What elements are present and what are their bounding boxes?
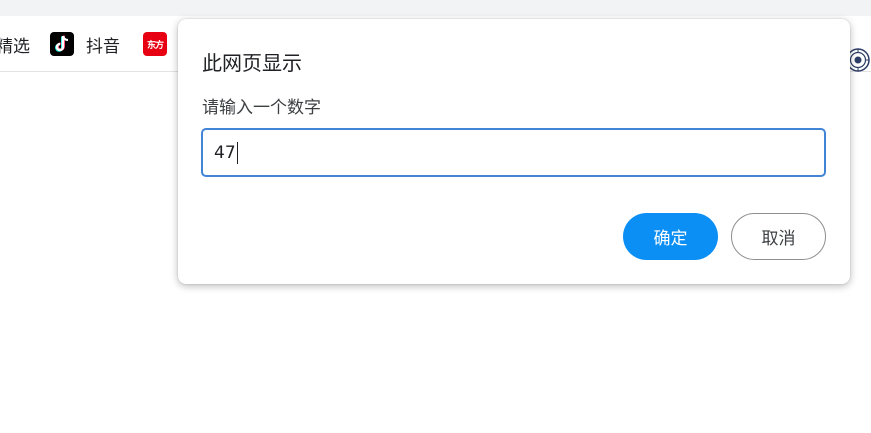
bookmark-douyin[interactable]: 抖音 [50,30,120,58]
bookmark-label: 抖音 [86,36,120,57]
tiktok-icon [50,32,74,56]
dialog-title: 此网页显示 [202,51,302,75]
browser-tab-strip [0,0,871,16]
cancel-button[interactable]: 取消 [731,213,826,260]
text-caret [236,141,238,164]
input-value: 47 [214,142,236,163]
ok-button[interactable]: 确定 [623,213,718,260]
prompt-dialog: 此网页显示 请输入一个数字 47 确定 取消 [178,19,850,284]
bookmark-jingxuan[interactable]: 精选 [0,30,30,58]
number-input[interactable]: 47 [201,128,826,177]
bookmark-label: 精选 [0,36,30,57]
bookmark-dongfang[interactable]: 东方 [143,30,179,58]
dialog-message: 请输入一个数字 [202,98,321,118]
dongfang-icon: 东方 [143,32,167,56]
